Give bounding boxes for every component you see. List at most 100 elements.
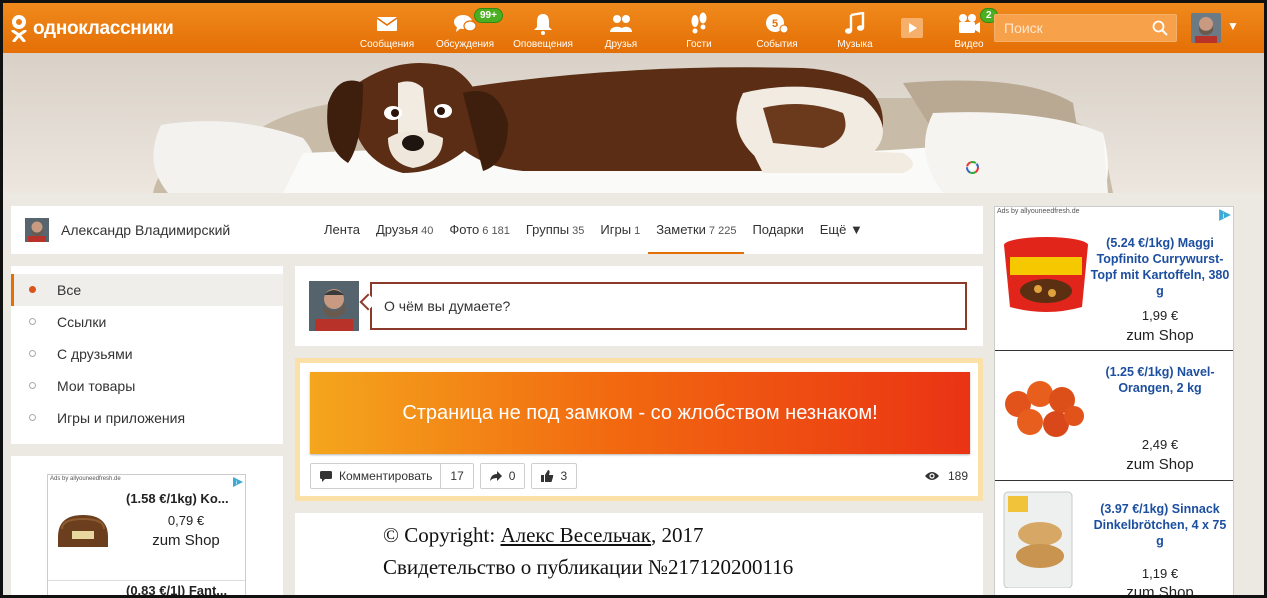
ad-shop-link[interactable]: zum Shop [1090,327,1230,344]
nav-label: Друзья [604,39,638,50]
tab-notes[interactable]: Заметки 7 225 [648,206,745,254]
share-arrow-icon [489,471,502,481]
eye-icon [924,472,939,480]
search-input[interactable] [995,15,1145,41]
ad-product[interactable]: (1.25 €/1kg) Navel-Orangen, 2 kg 2,49 € … [995,352,1233,481]
discussions-badge: 99+ [474,8,503,23]
comment-button[interactable]: Комментировать 17 [310,463,474,489]
ad-shop-link[interactable]: zum Shop [1090,584,1230,595]
bullet-icon [29,350,36,357]
adchoices-icon[interactable]: i [1218,208,1232,222]
ad-product[interactable]: (0.83 €/1l) Fant... [48,582,245,595]
profile-avatar[interactable] [25,218,49,242]
views-counter: 189 [924,469,968,483]
filter-label: Ссылки [57,314,107,330]
page-frame: одноклассники Сообщения 99+ Обсуждения О… [3,3,1264,595]
tab-label: Заметки [656,222,706,237]
nav-guests[interactable]: Гости [660,3,738,53]
comment-icon [320,471,332,482]
music-note-icon [845,12,865,34]
tab-games[interactable]: Игры 1 [592,206,648,254]
left-ad-box[interactable]: Ads by allyouneedfresh.de i (1.58 €/1kg)… [47,474,246,595]
left-ad-panel: Ads by allyouneedfresh.de i (1.58 €/1kg)… [11,456,283,595]
nav-friends[interactable]: Друзья [582,3,660,53]
ads-by-label: Ads by allyouneedfresh.de [997,208,1080,215]
bullet-icon [29,286,36,293]
profile-name[interactable]: Александр Владимирский [61,222,230,238]
ad-product[interactable]: (3.97 €/1kg) Sinnack Dinkelbrötchen, 4 x… [995,482,1233,595]
tab-gifts[interactable]: Подарки [744,206,811,254]
tab-feed[interactable]: Лента [316,206,368,254]
tab-friends[interactable]: Друзья 40 [368,206,441,254]
nav-notifications[interactable]: Оповещения [504,3,582,53]
tab-label: Ещё ▼ [819,222,863,237]
envelope-icon [376,17,398,31]
adchoices-icon[interactable]: i [232,476,244,488]
tab-label: Подарки [752,222,804,237]
ad-product[interactable]: (5.24 €/1kg) Maggi Topfinito Currywurst-… [995,223,1233,351]
tab-photos[interactable]: Фото 6 181 [441,206,517,254]
author-link[interactable]: Алекс Весельчак [500,523,651,547]
main-nav: Сообщения 99+ Обсуждения Оповещения Друз… [348,3,1008,53]
nav-discussions[interactable]: 99+ Обсуждения [426,3,504,53]
friends-icon [610,15,632,32]
ad-product-title: (0.83 €/1l) Fant... [126,583,228,595]
search-icon[interactable] [1152,20,1168,36]
color-picker-icon[interactable] [966,161,979,174]
nav-label: Оповещения [513,39,573,50]
video-camera-icon [959,14,980,33]
tab-count: 6 181 [482,225,510,237]
filter-my-products[interactable]: Мои товары [11,370,283,402]
ad-product[interactable]: (1.58 €/1kg) Ko... 0,79 € zum Shop [48,489,245,581]
tab-label: Игры [600,222,632,237]
profile-tabs: Лента Друзья 40 Фото 6 181 Группы 35 Игры 1 … [316,206,871,254]
bread-rolls-package-image [1003,491,1073,588]
tab-groups[interactable]: Группы 35 [518,206,593,254]
filter-links[interactable]: Ссылки [11,306,283,338]
tab-label: Группы [525,222,570,237]
copyright-prefix: © Copyright: [383,523,501,547]
nav-messages[interactable]: Сообщения [348,3,426,53]
status-input[interactable]: О чём вы думаете? [370,282,967,330]
ad-product-title: (3.97 €/1kg) Sinnack Dinkelbrötchen, 4 x… [1093,502,1227,548]
filter-with-friends[interactable]: С друзьями [11,338,283,370]
nav-label: Сообщения [359,39,415,50]
composer-avatar[interactable] [309,281,359,331]
ad-shop-link[interactable]: zum Shop [1090,456,1230,473]
copyright-block: © Copyright: Алекс Весельчак, 2017 Свиде… [295,513,983,595]
tab-label: Фото [449,222,480,237]
filter-all[interactable]: Все [11,274,283,306]
like-count: 3 [560,469,568,483]
share-count: 0 [508,469,516,483]
ok-logo-icon [9,15,29,43]
search-box [994,14,1177,42]
ad-product-price: 2,49 € [1141,437,1179,452]
nav-events[interactable]: 5 События [738,3,816,53]
like-button[interactable]: 3 [531,463,578,489]
nav-music-player[interactable] [894,3,930,53]
ad-product-price: 1,19 € [1141,566,1179,581]
nav-music[interactable]: Музыка [816,3,894,53]
right-ad-panel[interactable]: Ads by allyouneedfresh.de i (5.24 €/1kg)… [994,206,1234,595]
bullet-icon [29,318,36,325]
post-actions: Комментировать 17 0 3 [310,463,578,489]
ad-shop-link[interactable]: zum Shop [126,532,245,549]
user-avatar[interactable] [1191,13,1221,43]
site-logo[interactable]: одноклассники [9,15,174,43]
events-icon: 5 [766,14,789,34]
views-count: 189 [947,469,968,483]
ad-product-title: (1.58 €/1kg) Ko... [126,491,229,506]
tab-more[interactable]: Ещё ▼ [812,206,871,254]
post-banner-text[interactable]: Страница не под замком - со жлобством не… [310,372,970,454]
logo-text: одноклассники [33,18,174,39]
filter-label: Игры и приложения [57,410,186,426]
user-menu-caret-icon[interactable]: ▼ [1227,19,1239,33]
tab-count: 40 [421,225,434,237]
share-button[interactable]: 0 [479,463,526,489]
top-navigation-bar: одноклассники Сообщения 99+ Обсуждения О… [3,3,1264,53]
bullet-icon [29,382,36,389]
nav-label: Гости [686,39,712,50]
copyright-line: © Copyright: Алекс Весельчак, 2017 [383,523,703,548]
bell-icon [534,14,552,35]
filter-games-apps[interactable]: Игры и приложения [11,402,283,434]
